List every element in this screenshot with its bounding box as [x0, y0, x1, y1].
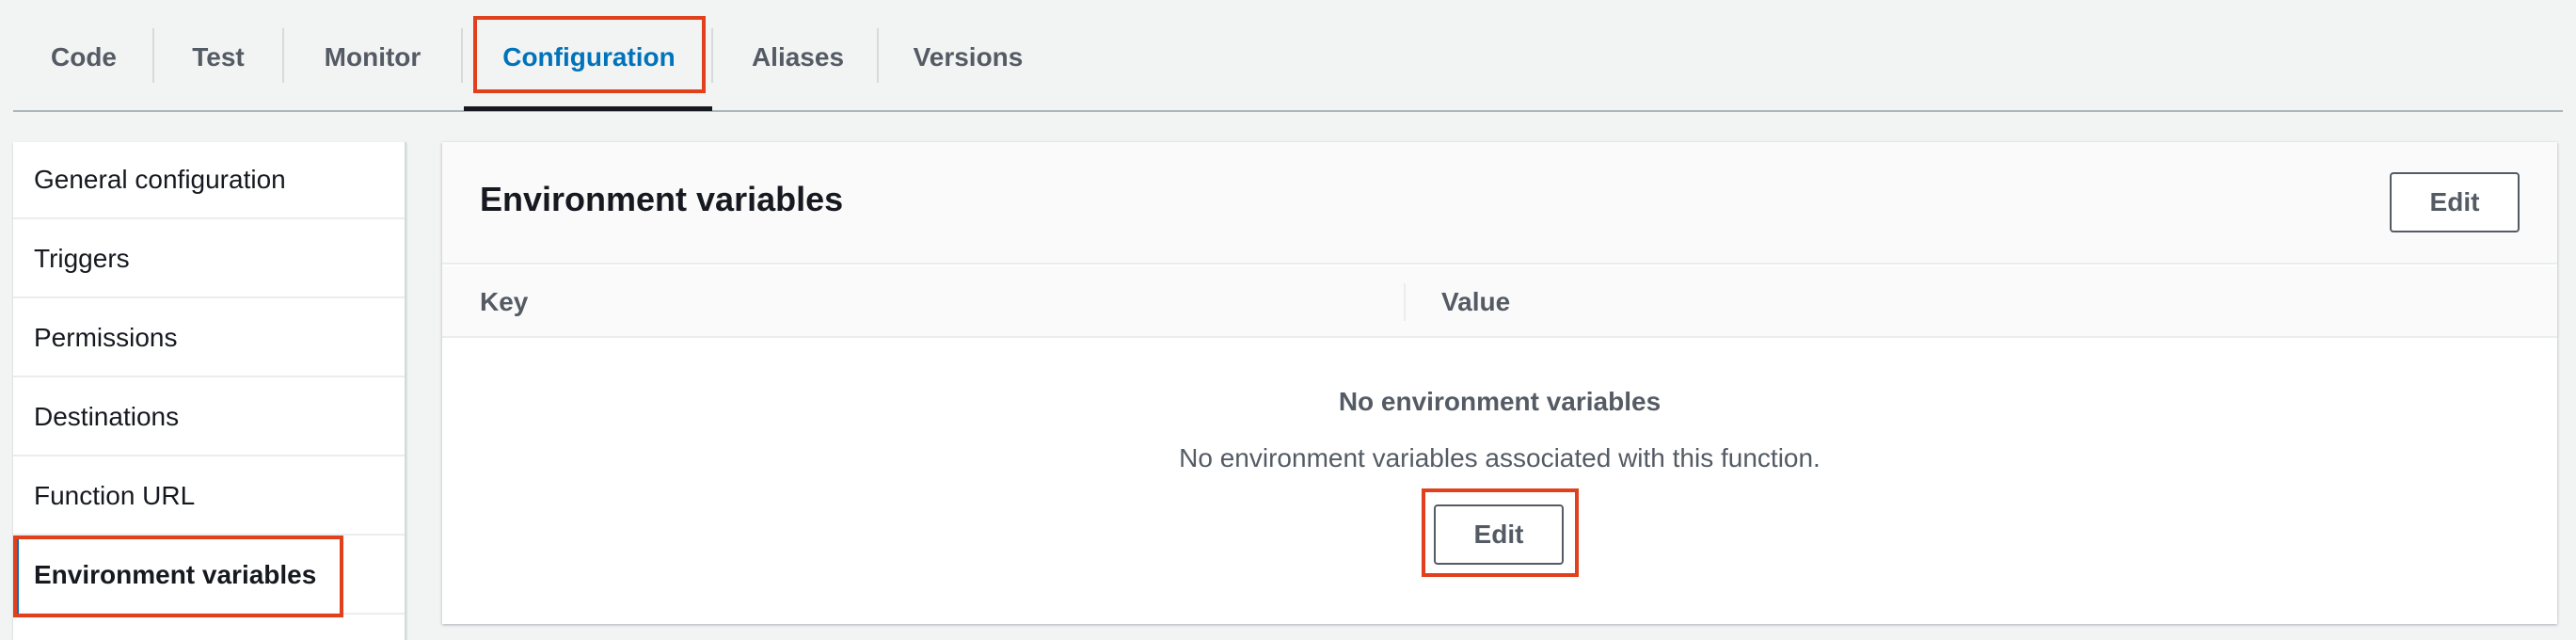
sidebar-item-destinations[interactable]: Destinations — [13, 379, 405, 456]
tab-code[interactable]: Code — [13, 28, 154, 87]
sidebar-item-permissions[interactable]: Permissions — [13, 300, 405, 377]
column-header-key: Key — [480, 287, 529, 316]
environment-variables-panel: Environment variables Edit Key Value No … — [442, 142, 2557, 624]
tab-versions[interactable]: Versions — [879, 28, 1057, 87]
configuration-sidebar: General configuration Triggers Permissio… — [13, 142, 406, 640]
sidebar-item-general-configuration[interactable]: General configuration — [13, 142, 405, 219]
panel-title: Environment variables — [480, 180, 844, 218]
sidebar-item-triggers[interactable]: Triggers — [13, 221, 405, 298]
empty-state-edit-button[interactable]: Edit — [1434, 504, 1564, 565]
tab-bar: Code Test Monitor Configuration Aliases … — [13, 0, 2563, 112]
column-header-value: Value — [1441, 287, 1511, 316]
panel-header: Environment variables Edit — [442, 142, 2557, 264]
empty-state-title: No environment variables — [1338, 387, 1662, 416]
sidebar-item-function-url[interactable]: Function URL — [13, 458, 405, 536]
sidebar-item-environment-variables[interactable]: Environment variables — [13, 537, 405, 615]
tab-configuration[interactable]: Configuration — [463, 28, 715, 87]
table-header: Key Value — [442, 266, 2557, 338]
empty-state-description: No environment variables associated with… — [1179, 443, 1821, 472]
tab-monitor[interactable]: Monitor — [284, 28, 461, 87]
sidebar-active-indicator — [13, 538, 19, 616]
edit-button[interactable]: Edit — [2390, 172, 2520, 232]
tab-test[interactable]: Test — [154, 28, 282, 87]
tab-aliases[interactable]: Aliases — [713, 28, 883, 87]
column-divider — [1404, 283, 1406, 321]
active-tab-indicator — [464, 106, 712, 111]
